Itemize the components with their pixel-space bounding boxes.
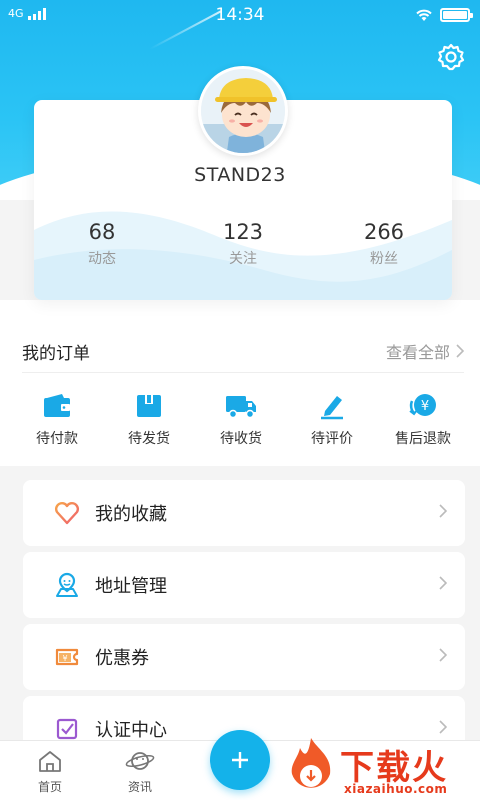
orders-title: 我的订单: [22, 343, 90, 364]
menu-coupons[interactable]: ¥ 优惠券: [23, 624, 465, 690]
order-refund-label: 售后退款: [395, 431, 451, 447]
nav-news[interactable]: 资讯: [110, 749, 170, 795]
order-pending-shipment[interactable]: 待发货: [109, 392, 189, 448]
nav-home-label: 首页: [37, 780, 62, 794]
stat-following-label: 关注: [229, 251, 257, 267]
chevron-right-icon: [456, 344, 464, 358]
stat-posts-value: 68: [88, 220, 116, 244]
order-pending-review-label: 待评价: [311, 431, 353, 447]
heart-icon: [54, 501, 80, 525]
order-pending-receipt-label: 待收货: [220, 431, 262, 447]
stat-followers-label: 粉丝: [370, 251, 398, 267]
status-bar: 4G 14:34: [0, 0, 480, 30]
order-pending-payment[interactable]: 待付款: [17, 392, 97, 448]
status-time: 14:34: [215, 5, 265, 25]
chevron-right-icon: [439, 504, 447, 518]
nav-home[interactable]: 首页: [20, 749, 80, 795]
svg-text:¥: ¥: [62, 654, 67, 663]
battery-icon: [440, 8, 473, 22]
menu-verification-label: 认证中心: [95, 720, 167, 741]
stat-following[interactable]: 123 关注: [183, 220, 303, 268]
watermark: 下载火 xiazaihuo.com: [280, 734, 480, 800]
menu-address[interactable]: 地址管理: [23, 552, 465, 618]
order-pending-review[interactable]: 待评价: [292, 392, 372, 448]
truck-icon: [226, 396, 256, 419]
orders-header: 我的订单 查看全部: [22, 336, 464, 366]
add-button[interactable]: [210, 730, 270, 790]
svg-text:¥: ¥: [421, 399, 429, 414]
wifi-icon: [416, 9, 432, 21]
chevron-right-icon: [439, 648, 447, 662]
stat-followers[interactable]: 266 粉丝: [324, 220, 444, 268]
settings-gear-icon[interactable]: [436, 42, 466, 72]
username: STAND23: [194, 164, 286, 186]
box-icon: [137, 395, 161, 417]
pen-icon: [321, 396, 343, 420]
user-avatar[interactable]: [198, 66, 288, 156]
menu-favorites-label: 我的收藏: [95, 504, 167, 525]
check-icon: [56, 718, 78, 740]
orders-divider: [22, 372, 464, 373]
view-all-orders-link[interactable]: 查看全部: [386, 339, 464, 363]
chevron-right-icon: [439, 576, 447, 590]
order-refund[interactable]: ¥ 售后退款: [383, 392, 463, 448]
watermark-url: xiazaihuo.com: [344, 782, 448, 796]
location-icon: [56, 572, 78, 597]
stat-followers-value: 266: [363, 220, 405, 244]
order-pending-payment-label: 待付款: [36, 431, 78, 447]
stat-following-value: 123: [222, 220, 264, 244]
menu-address-label: 地址管理: [95, 576, 167, 597]
nav-news-label: 资讯: [127, 780, 152, 794]
flame-logo-icon: [291, 738, 331, 788]
menu-coupons-label: 优惠券: [95, 648, 149, 669]
plus-icon: [232, 752, 248, 768]
order-pending-receipt[interactable]: 待收货: [201, 392, 281, 448]
stat-posts-label: 动态: [88, 251, 116, 267]
chevron-right-icon: [439, 720, 447, 734]
menu-favorites[interactable]: 我的收藏: [23, 480, 465, 546]
wallet-icon: [44, 394, 70, 417]
home-icon: [39, 751, 61, 772]
planet-icon: [125, 752, 155, 770]
stat-posts[interactable]: 68 动态: [42, 220, 162, 268]
status-right: [414, 7, 473, 23]
refund-icon: ¥: [409, 394, 436, 416]
order-pending-shipment-label: 待发货: [128, 431, 170, 447]
view-all-label: 查看全部: [385, 343, 450, 362]
coupon-icon: ¥: [55, 648, 79, 666]
